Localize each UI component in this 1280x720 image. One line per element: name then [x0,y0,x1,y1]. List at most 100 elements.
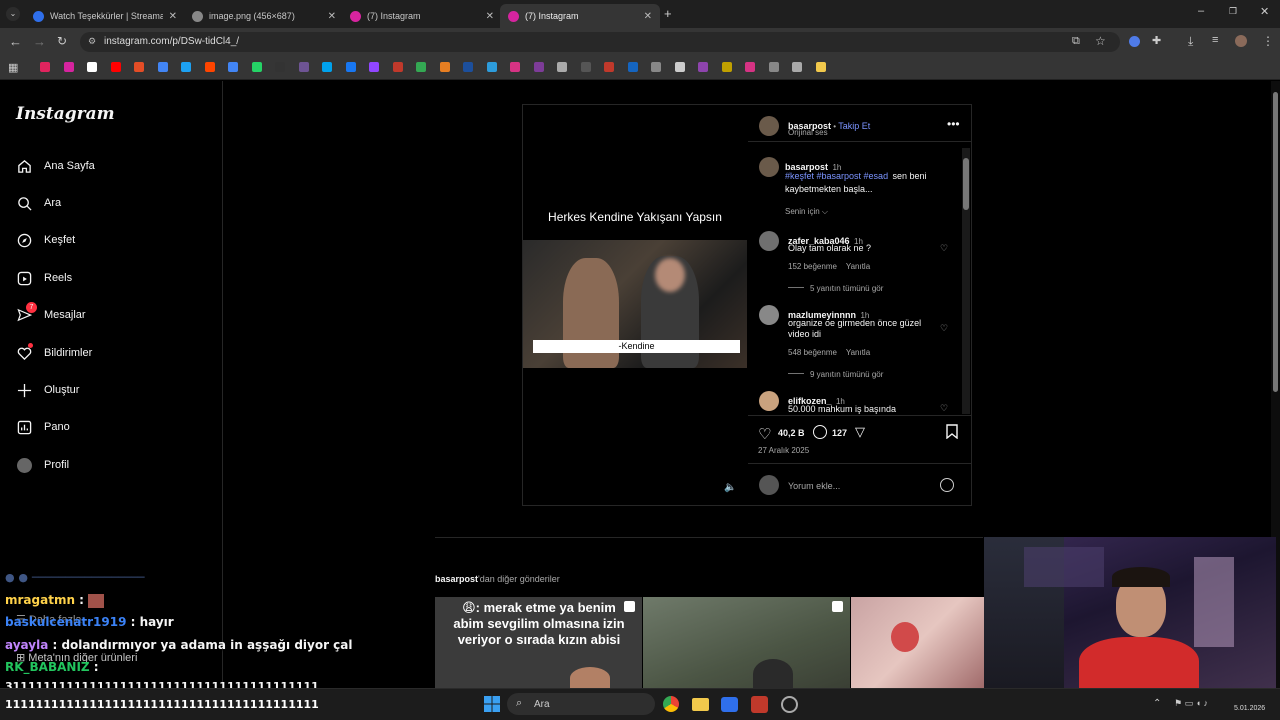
view-replies-button[interactable]: 5 yanıtın tümünü gör [810,284,883,293]
tab-search-button[interactable]: ⌄ [6,7,20,21]
reply-button[interactable]: Yanıtla [846,262,870,271]
bookmark-icon[interactable] [557,62,567,72]
nav-create[interactable]: Oluştur [16,382,79,398]
bookmark-icon[interactable] [40,62,50,72]
bookmark-icon[interactable] [251,62,262,72]
bookmark-icon[interactable] [698,62,708,72]
bookmark-icon[interactable] [768,62,779,72]
bookmark-icon[interactable] [416,62,426,72]
bookmark-icon[interactable] [204,62,215,72]
bookmark-icon[interactable] [392,62,403,72]
forward-icon[interactable]: → [33,34,46,49]
store-icon[interactable] [721,697,738,712]
nav-profile[interactable]: Profil [16,457,69,473]
comment-like-icon[interactable]: ♡ [940,403,948,414]
nav-reels[interactable]: Reels [16,270,72,286]
bookmark-icon[interactable] [298,62,309,72]
more-options-icon[interactable]: ••• [947,117,960,131]
cast-icon[interactable]: ⧉ [1072,35,1080,48]
mute-icon[interactable]: 🔈 [724,482,736,493]
instagram-logo[interactable]: Instagram [16,104,115,124]
close-window-button[interactable]: ✕ [1260,5,1269,18]
bookmark-icon[interactable] [275,62,285,72]
nav-search[interactable]: Ara [16,195,61,211]
view-replies-button[interactable]: 9 yanıtın tümünü gör [810,370,883,379]
nav-messages[interactable]: 7 Mesajlar [16,302,86,323]
follow-button[interactable]: Takip Et [838,121,870,131]
bookmark-icon[interactable] [87,62,97,72]
audio-label[interactable]: Orijinal ses [788,128,828,137]
more-post-tile[interactable]: 😩: merak etme ya benim abim sevgilim olm… [435,597,642,689]
bookmark-icon[interactable] [322,62,332,72]
commenter-avatar[interactable] [759,305,779,325]
comment-likes[interactable]: 152 beğenme [788,262,837,271]
media-icon[interactable]: ≡ [1212,34,1218,46]
bookmark-icon[interactable] [463,62,473,72]
bookmark-icon[interactable] [110,62,121,72]
nav-dashboard[interactable]: Pano [16,419,70,435]
file-explorer-icon[interactable] [692,698,709,711]
tray-chevron-icon[interactable]: ⌃ [1153,698,1161,709]
comment-icon[interactable] [813,425,827,439]
bookmark-icon[interactable] [181,62,191,72]
bookmark-icon[interactable] [228,62,238,72]
site-info-icon[interactable]: ⚙ [88,36,96,47]
comment-count[interactable]: 127 [832,428,847,438]
bookmark-icon[interactable] [510,62,520,72]
like-icon[interactable]: ♡ [758,425,771,443]
share-icon[interactable]: ▽ [855,424,865,440]
emoji-icon[interactable] [940,478,954,492]
tab-instagram[interactable]: (7) Instagram ✕ [342,4,502,28]
bookmark-icon[interactable] [651,62,661,72]
new-tab-button[interactable]: + [664,6,672,21]
close-icon[interactable]: ✕ [169,11,177,22]
bookmark-icon[interactable] [604,62,614,72]
nav-home[interactable]: Ana Sayfa [16,158,95,174]
bookmark-icon[interactable] [533,62,544,72]
sort-dropdown[interactable]: Senin için ⌵ [785,207,828,217]
bookmark-icon[interactable] [721,62,732,72]
tab-image[interactable]: image.png (456×687) ✕ [184,4,344,28]
comment-likes[interactable]: 548 beğenme [788,348,837,357]
download-icon[interactable]: ⤓ [1188,34,1193,49]
bookmark-icon[interactable] [63,62,74,72]
nav-explore[interactable]: Keşfet [16,232,75,248]
maximize-button[interactable]: ❐ [1229,6,1237,17]
like-count[interactable]: 40,2 B [778,428,805,438]
bookmark-icon[interactable] [439,62,450,72]
chrome-icon[interactable] [663,696,679,712]
comment-like-icon[interactable]: ♡ [940,323,948,334]
more-post-tile[interactable] [851,597,984,689]
tray-icons[interactable]: ⚑ ▭ ◖ ♪ [1174,698,1208,709]
menu-icon[interactable]: ⋮ [1262,34,1274,48]
close-icon[interactable]: ✕ [644,11,652,22]
add-comment-input[interactable]: Yorum ekle... [788,481,840,491]
nav-notifications[interactable]: Bildirimler [16,343,92,361]
tab-streamable[interactable]: Watch Teşekkürler | Streamable ✕ [25,4,185,28]
apps-icon[interactable]: ▦ [8,61,18,74]
minimize-button[interactable]: – [1198,5,1204,17]
bookmark-icon[interactable] [815,62,826,72]
app-icon[interactable] [751,696,768,713]
comment-like-icon[interactable]: ♡ [940,243,948,254]
bookmark-icon[interactable] [792,62,802,72]
commenter-avatar[interactable] [759,231,779,251]
bookmark-icon[interactable] [674,62,685,72]
bookmark-icon[interactable] [946,424,958,440]
comments-scroll-thumb[interactable] [963,158,969,210]
bookmark-icon[interactable] [157,62,168,72]
more-posts-username[interactable]: basarpost [435,574,478,584]
bookmark-icon[interactable] [369,62,379,72]
taskbar-search[interactable] [507,693,655,715]
bookmark-icon[interactable] [580,62,591,72]
bookmark-icon[interactable] [486,62,497,72]
bookmark-icon[interactable] [627,62,638,72]
windows-start-icon[interactable] [484,696,500,712]
profile-avatar[interactable] [1235,35,1247,47]
page-scroll-thumb[interactable] [1273,92,1278,392]
more-post-tile[interactable] [643,597,850,689]
back-icon[interactable]: ← [9,34,22,49]
caption-hashtags[interactable]: #keşfet #basarpost #esad [785,171,888,181]
settings-icon[interactable] [781,696,798,713]
star-icon[interactable]: ☆ [1095,34,1106,48]
